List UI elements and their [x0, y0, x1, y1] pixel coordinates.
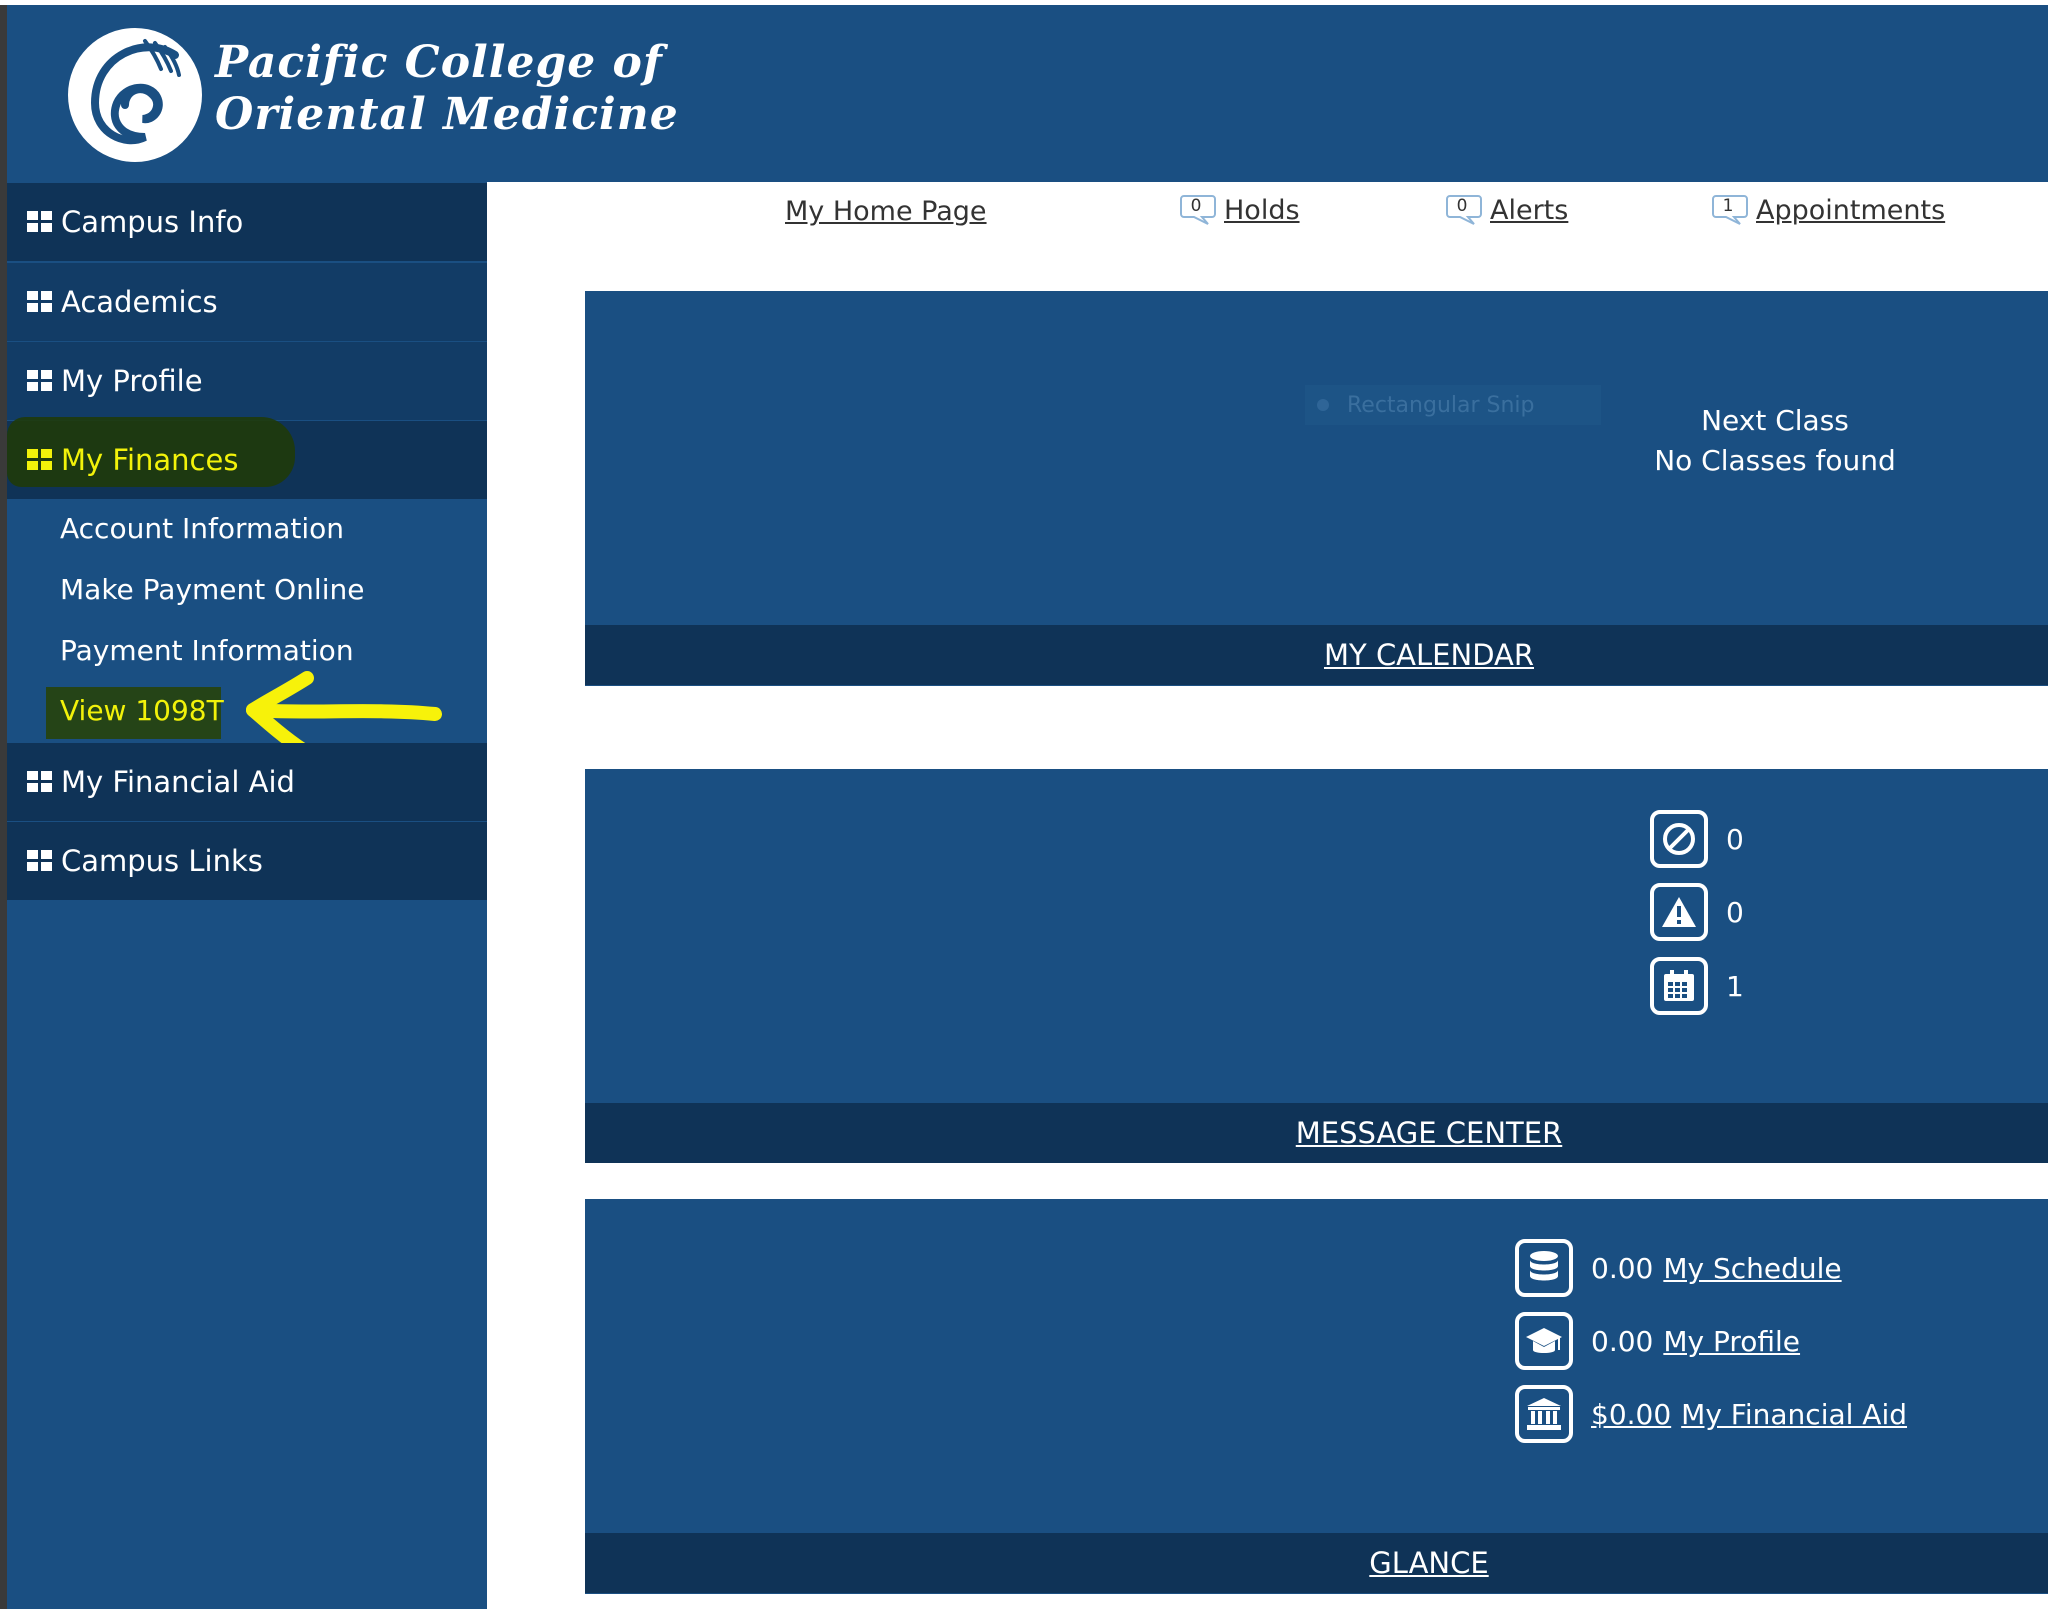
calendar-icon[interactable]	[1650, 957, 1708, 1015]
appointments-label: Appointments	[1756, 194, 1946, 226]
message-center-footer: MESSAGE CENTER	[585, 1103, 2048, 1163]
sidebar-item-label: My Profile	[61, 364, 203, 398]
sidebar-item-my-finances[interactable]: My Finances	[7, 417, 487, 499]
my-schedule-link[interactable]: My Schedule	[1663, 1252, 1841, 1285]
alerts-link[interactable]: 0 Alerts	[1446, 194, 1568, 226]
sidebar: Campus Info Academics My Profile My Fina…	[7, 182, 487, 1609]
glance-schedule-row: 0.00 My Schedule	[1515, 1239, 1842, 1297]
my-home-page-link[interactable]: My Home Page	[785, 196, 987, 227]
top-navigation: My Home Page 0 Holds 0 Alerts 1 Appointm…	[487, 182, 2048, 290]
glance-panel: 0.00 My Schedule 0.00 My Profile $0.00 M…	[585, 1199, 2048, 1594]
grid-icon	[27, 291, 53, 313]
grid-icon	[27, 771, 53, 793]
snip-label: Rectangular Snip	[1347, 392, 1535, 418]
holds-stat-value: 0	[1726, 822, 1744, 856]
grid-icon	[27, 370, 53, 392]
warning-icon[interactable]	[1650, 883, 1708, 941]
next-class-title: Next Class	[1701, 404, 1849, 437]
submenu-payment-information[interactable]: Payment Information	[60, 634, 354, 667]
graduation-cap-icon	[1515, 1312, 1573, 1370]
wave-logo-icon[interactable]	[65, 25, 205, 165]
speech-bubble-icon: 0	[1180, 194, 1216, 226]
next-class-value: No Classes found	[1654, 444, 1896, 477]
holds-link[interactable]: 0 Holds	[1180, 194, 1300, 226]
financial-aid-value-link[interactable]: $0.00	[1591, 1398, 1671, 1431]
grid-icon	[27, 850, 53, 872]
appointments-stat: 1	[1650, 957, 1744, 1015]
database-icon	[1515, 1239, 1573, 1297]
message-center-link[interactable]: MESSAGE CENTER	[1296, 1116, 1563, 1150]
my-profile-link[interactable]: My Profile	[1663, 1325, 1800, 1358]
submenu-view-1098t[interactable]: View 1098T	[60, 694, 224, 727]
brand-line-1: Pacific College of	[215, 37, 663, 88]
sidebar-item-my-financial-aid[interactable]: My Financial Aid	[7, 743, 487, 821]
next-class-info: Next Class No Classes found	[1585, 401, 1965, 481]
alerts-stat: 0	[1650, 883, 1744, 941]
schedule-value: 0.00	[1591, 1251, 1654, 1285]
sidebar-item-my-profile[interactable]: My Profile	[7, 342, 487, 420]
speech-bubble-icon: 0	[1446, 194, 1482, 226]
my-financial-aid-link[interactable]: My Financial Aid	[1681, 1398, 1907, 1431]
grid-icon	[27, 449, 53, 471]
profile-value: 0.00	[1591, 1324, 1654, 1358]
glance-footer: GLANCE	[585, 1533, 2048, 1593]
submenu-make-payment-online[interactable]: Make Payment Online	[60, 573, 364, 606]
glance-financial-aid-row: $0.00 My Financial Aid	[1515, 1385, 1907, 1443]
holds-stat: 0	[1650, 810, 1744, 868]
alerts-count: 0	[1456, 196, 1468, 216]
alerts-stat-value: 0	[1726, 895, 1744, 929]
appointments-link[interactable]: 1 Appointments	[1712, 194, 1945, 226]
sidebar-item-label: My Financial Aid	[61, 765, 295, 799]
holds-count: 0	[1190, 196, 1202, 216]
appointments-count: 1	[1722, 196, 1734, 216]
rectangular-snip-overlay: Rectangular Snip	[1305, 385, 1601, 425]
window-edge	[0, 0, 7, 1609]
sidebar-item-label: Campus Links	[61, 844, 263, 878]
submenu-account-information[interactable]: Account Information	[60, 512, 344, 545]
grid-icon	[27, 211, 53, 233]
bank-icon	[1515, 1385, 1573, 1443]
brand-name: Pacific College of Oriental Medicine	[215, 37, 679, 141]
message-center-panel: 0 0 1 MESSAGE CENTER	[585, 769, 2048, 1163]
speech-bubble-icon: 1	[1712, 194, 1748, 226]
appointments-stat-value: 1	[1726, 969, 1744, 1003]
glance-link[interactable]: GLANCE	[1369, 1546, 1488, 1580]
calendar-panel-footer: MY CALENDAR	[585, 625, 2048, 685]
sidebar-item-label: My Finances	[61, 443, 239, 477]
header-banner: Pacific College of Oriental Medicine	[7, 5, 2048, 182]
snip-dot-icon	[1317, 399, 1329, 411]
calendar-panel: Rectangular Snip Next Class No Classes f…	[585, 291, 2048, 686]
brand-line-2: Oriental Medicine	[215, 89, 679, 140]
alerts-label: Alerts	[1490, 194, 1569, 226]
sidebar-item-campus-links[interactable]: Campus Links	[7, 822, 487, 900]
glance-profile-row: 0.00 My Profile	[1515, 1312, 1800, 1370]
sidebar-item-label: Campus Info	[61, 205, 244, 239]
sidebar-item-label: Academics	[61, 285, 218, 319]
my-calendar-link[interactable]: MY CALENDAR	[1324, 638, 1534, 672]
sidebar-item-campus-info[interactable]: Campus Info	[7, 183, 487, 261]
sidebar-item-academics[interactable]: Academics	[7, 263, 487, 341]
ban-icon[interactable]	[1650, 810, 1708, 868]
holds-label: Holds	[1224, 194, 1300, 226]
